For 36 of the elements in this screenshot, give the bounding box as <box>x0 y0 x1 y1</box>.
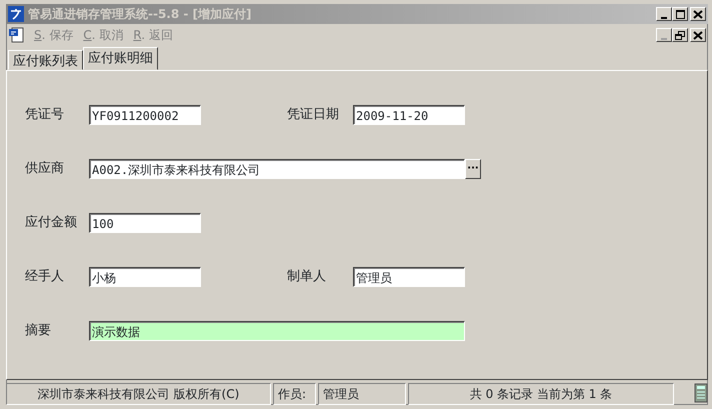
input-field[interactable]: YF0911200002 <box>89 105 201 125</box>
minimize-icon <box>661 16 667 18</box>
field-label: 制单人 <box>287 268 327 286</box>
field-label: 应付金额 <box>25 214 78 232</box>
restore-icon <box>675 30 685 40</box>
tab[interactable]: 应付账列表 <box>8 50 83 70</box>
status-text: 深圳市泰来科技有限公司 版权所有(C) <box>6 383 271 405</box>
input-field[interactable]: 演示数据 <box>89 321 465 341</box>
field-label: 供应商 <box>25 160 65 178</box>
calculator-icon <box>694 383 708 405</box>
minimize-button[interactable] <box>656 7 672 21</box>
input-field[interactable]: 2009-11-20 <box>353 105 465 125</box>
restore-button[interactable] <box>672 28 688 42</box>
status-text: 管理员 <box>318 383 406 405</box>
lookup-button[interactable]: ··· <box>465 159 481 179</box>
input-field[interactable]: 管理员 <box>353 267 465 287</box>
maximize-icon <box>676 10 685 18</box>
input-field[interactable]: 小杨 <box>89 267 201 287</box>
status-text: 作员: <box>273 383 316 405</box>
field-label: 摘要 <box>25 322 52 340</box>
tab[interactable]: 应付账明细 <box>83 47 158 70</box>
field-label: 经手人 <box>25 268 65 286</box>
document-icon <box>8 27 24 43</box>
input-field[interactable]: A002.深圳市泰来科技有限公司 <box>89 159 465 179</box>
field-label: 凭证号 <box>25 106 65 124</box>
close-button[interactable] <box>690 28 706 42</box>
input-field[interactable]: 100 <box>89 213 201 233</box>
minimize-icon <box>661 38 667 40</box>
close-icon <box>693 30 703 40</box>
window-title: 管易通进销存管理系统--5.8 - [增加应付] <box>28 6 252 23</box>
status-text: 共 0 条记录 当前为第 1 条 <box>408 383 674 405</box>
maximize-button[interactable] <box>672 7 688 21</box>
close-button[interactable] <box>690 7 706 21</box>
field-label: 凭证日期 <box>287 106 340 124</box>
close-icon <box>693 10 703 18</box>
app-icon <box>8 6 24 22</box>
